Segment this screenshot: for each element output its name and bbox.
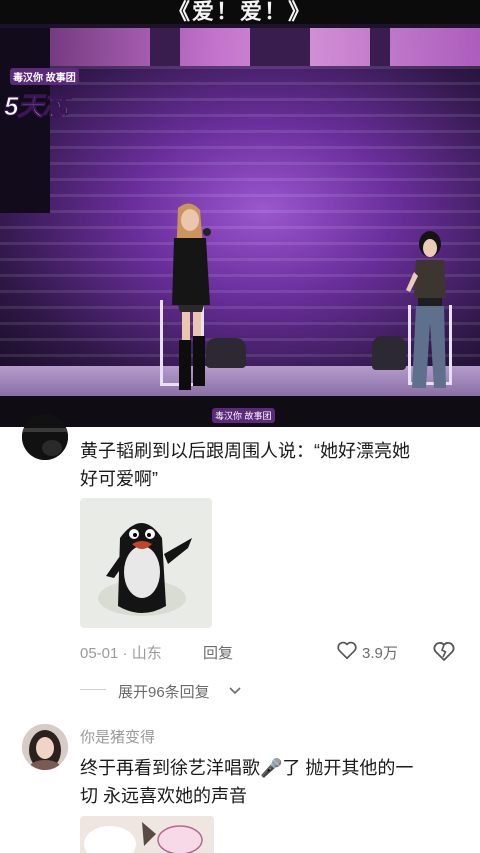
comment-text: 终于再看到徐艺洋唱歌🎤了 抛开其他的一 bbox=[80, 758, 414, 778]
stage-prop bbox=[372, 336, 406, 370]
comment-sticker[interactable] bbox=[80, 498, 212, 628]
show-logo-main: 5天芯 bbox=[3, 91, 68, 122]
like-count: 3.9万 bbox=[362, 645, 398, 662]
video-player[interactable]: 《爱！爱！》 毒汉你 故事团 5天芯 毒汉你 故事团 bbox=[0, 0, 480, 427]
avatar-image bbox=[22, 724, 68, 770]
avatar[interactable] bbox=[22, 414, 68, 460]
comment-username[interactable]: 你是猪变得 bbox=[80, 726, 155, 747]
avatar-image bbox=[22, 414, 68, 460]
show-logo-sub: 毒汉你 故事团 bbox=[10, 68, 79, 85]
heart-outline-icon bbox=[337, 641, 357, 660]
comment-text: 切 永远喜欢她的声音 bbox=[80, 786, 248, 806]
neon-gap bbox=[250, 28, 310, 66]
neon-gap bbox=[150, 28, 180, 66]
comment-sticker[interactable] bbox=[80, 816, 214, 853]
video-title-bar: 《爱！爱！》 bbox=[0, 0, 480, 25]
dislike-button[interactable] bbox=[432, 639, 456, 663]
expand-replies-button[interactable]: 展开96条回复 bbox=[118, 679, 258, 701]
penguin-sticker-image bbox=[80, 498, 212, 628]
expand-replies-label: 展开96条回复 bbox=[118, 684, 210, 701]
video-watermark: 毒汉你 故事团 bbox=[212, 408, 275, 423]
sticker-image bbox=[80, 816, 214, 853]
stage-prop bbox=[206, 338, 246, 368]
chevron-down-icon bbox=[229, 687, 241, 695]
like-button[interactable]: 3.9万 bbox=[336, 638, 406, 664]
comment-text: 好可爱啊” bbox=[80, 469, 158, 489]
comment-text: 黄子韬刷到以后跟周围人说：“她好漂亮她 bbox=[80, 441, 410, 461]
performer-right bbox=[398, 228, 458, 393]
reply-button[interactable]: 回复 bbox=[203, 642, 233, 663]
divider bbox=[80, 689, 106, 690]
broken-heart-icon bbox=[433, 642, 455, 661]
comment-date-location: 05-01 · 山东 bbox=[80, 645, 162, 662]
neon-gap bbox=[370, 28, 390, 66]
video-title: 《爱！爱！》 bbox=[167, 0, 312, 25]
avatar[interactable] bbox=[22, 724, 68, 770]
show-logo: 毒汉你 故事团 5天芯 bbox=[2, 68, 102, 138]
